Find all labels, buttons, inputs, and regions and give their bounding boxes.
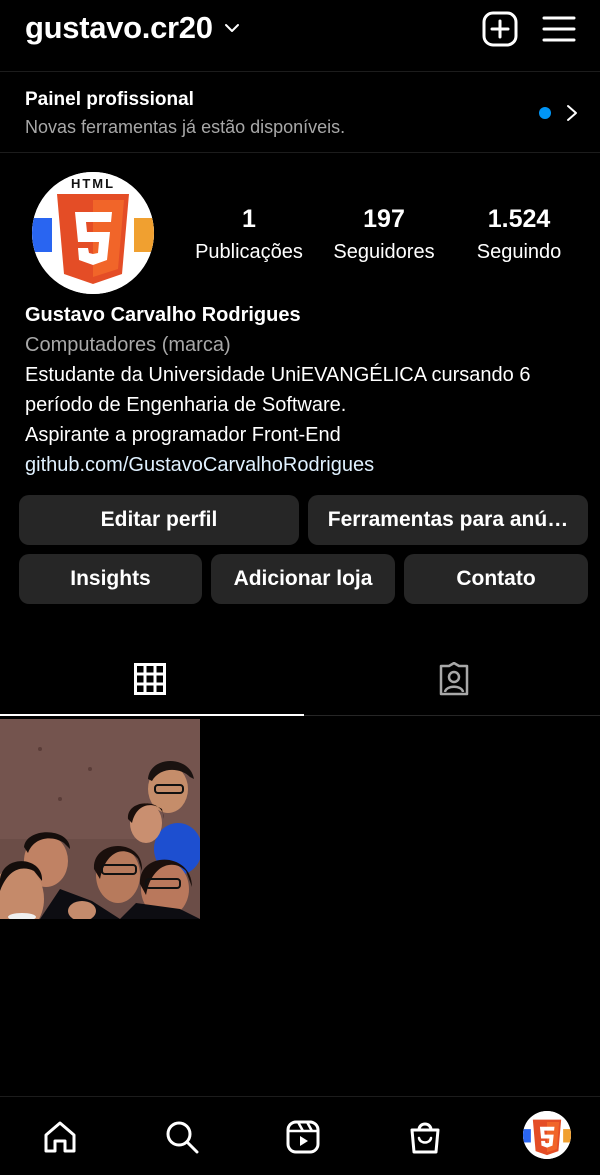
posts-label: Publicações bbox=[195, 241, 303, 263]
bio-line: Aspirante a programador Front-End bbox=[25, 424, 341, 446]
profile-bio: Gustavo Carvalho Rodrigues Computadores … bbox=[25, 300, 585, 480]
followers-label: Seguidores bbox=[333, 241, 435, 263]
category-label[interactable]: Computadores (marca) bbox=[25, 330, 585, 360]
contact-button[interactable]: Contato bbox=[404, 554, 588, 604]
followers-count[interactable]: 197 Seguidores bbox=[314, 203, 454, 269]
svg-text:HTML: HTML bbox=[71, 176, 115, 191]
top-bar: gustavo.cr20 bbox=[0, 0, 600, 72]
tab-tagged[interactable] bbox=[304, 642, 600, 716]
edit-profile-button[interactable]: Editar perfil bbox=[19, 495, 299, 545]
full-name: Gustavo Carvalho Rodrigues bbox=[25, 304, 301, 326]
nav-shop[interactable] bbox=[405, 1117, 445, 1157]
html5-logo-icon: HTML bbox=[32, 172, 154, 294]
following-number: 1.524 bbox=[487, 205, 551, 233]
bottom-navigation bbox=[0, 1096, 600, 1175]
profile-link[interactable]: github.com/GustavoCarvalhoRodrigues bbox=[25, 450, 585, 480]
ad-tools-button[interactable]: Ferramentas para anú… bbox=[308, 495, 588, 545]
chevron-down-icon bbox=[224, 24, 239, 32]
tab-posts-grid[interactable] bbox=[0, 642, 300, 716]
bio-line: período de Engenharia de Software. bbox=[25, 394, 347, 416]
following-label: Seguindo bbox=[476, 241, 562, 263]
profile-avatar[interactable]: HTML bbox=[32, 172, 154, 294]
plus-square-icon[interactable] bbox=[482, 11, 518, 47]
nav-search[interactable] bbox=[162, 1117, 202, 1157]
menu-icon[interactable] bbox=[542, 14, 576, 44]
username: gustavo.cr20 bbox=[25, 10, 213, 45]
active-tab-indicator bbox=[0, 714, 304, 716]
grid-icon bbox=[134, 663, 166, 695]
add-shop-button[interactable]: Adicionar loja bbox=[211, 554, 395, 604]
notification-dot bbox=[539, 107, 551, 119]
professional-dashboard-banner[interactable]: Painel profissional Novas ferramentas já… bbox=[0, 73, 600, 153]
html5-logo-icon bbox=[523, 1111, 571, 1159]
posts-count[interactable]: 1 Publicações bbox=[179, 203, 319, 269]
panel-title: Painel profissional bbox=[25, 89, 194, 110]
search-icon bbox=[166, 1121, 199, 1154]
nav-reels[interactable] bbox=[283, 1117, 323, 1157]
followers-number: 197 bbox=[363, 205, 405, 233]
nav-home[interactable] bbox=[40, 1117, 80, 1157]
home-icon bbox=[44, 1121, 76, 1153]
insights-button[interactable]: Insights bbox=[19, 554, 202, 604]
posts-number: 1 bbox=[242, 205, 256, 233]
tagged-icon bbox=[439, 662, 469, 696]
shop-icon bbox=[410, 1122, 440, 1154]
panel-subtitle: Novas ferramentas já estão disponíveis. bbox=[25, 117, 346, 137]
nav-profile-avatar[interactable] bbox=[523, 1111, 571, 1159]
reels-icon bbox=[286, 1120, 320, 1154]
bio-line: Estudante da Universidade UniEVANGÉLICA … bbox=[25, 364, 531, 386]
following-count[interactable]: 1.524 Seguindo bbox=[449, 203, 589, 269]
profile-tabs bbox=[0, 642, 600, 716]
account-switcher[interactable]: gustavo.cr20 bbox=[25, 10, 241, 46]
chevron-right-icon bbox=[567, 105, 577, 121]
group-selfie-photo bbox=[0, 719, 200, 919]
post-thumbnail[interactable] bbox=[0, 719, 200, 919]
